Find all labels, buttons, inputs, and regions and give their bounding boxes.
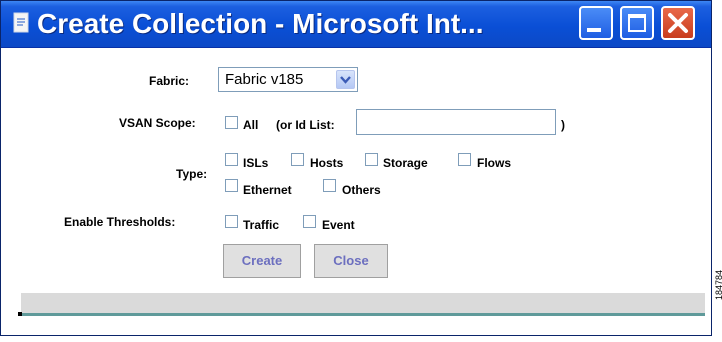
thresholds-label: Enable Thresholds:	[64, 215, 176, 229]
fabric-label: Fabric:	[149, 74, 190, 88]
status-divider	[21, 313, 705, 316]
close-button[interactable]: Close	[314, 244, 388, 278]
close-window-button[interactable]	[661, 6, 695, 40]
maximize-icon	[628, 14, 646, 32]
dialog-window: Create Collection - Microsoft Int... Fab…	[0, 0, 712, 336]
figure-id: 184784	[714, 269, 722, 300]
type-hosts-label: Hosts	[310, 156, 344, 170]
close-icon	[668, 13, 688, 33]
vsan-idlist-label: (or Id List:	[276, 118, 335, 132]
status-bar	[21, 293, 705, 313]
type-hosts-checkbox[interactable]	[291, 153, 304, 166]
type-storage-label: Storage	[383, 156, 428, 170]
chevron-down-icon[interactable]	[336, 70, 355, 89]
type-label: Type:	[176, 167, 208, 181]
vsan-all-label: All	[243, 118, 259, 132]
type-flows-label: Flows	[477, 156, 512, 170]
ie-page-icon	[13, 12, 29, 33]
type-ethernet-checkbox[interactable]	[225, 179, 238, 192]
vsan-close-paren: )	[561, 118, 565, 132]
window-title: Create Collection - Microsoft Int...	[37, 8, 484, 39]
minimize-button[interactable]	[579, 6, 613, 40]
threshold-traffic-checkbox[interactable]	[225, 215, 238, 228]
type-others-label: Others	[342, 183, 381, 197]
create-button[interactable]: Create	[223, 244, 301, 278]
type-others-checkbox[interactable]	[323, 179, 336, 192]
threshold-event-label: Event	[322, 218, 355, 232]
type-storage-checkbox[interactable]	[365, 153, 378, 166]
type-flows-checkbox[interactable]	[458, 153, 471, 166]
vsan-all-checkbox[interactable]	[225, 116, 238, 129]
vsan-scope-label: VSAN Scope:	[119, 116, 196, 130]
status-marker	[18, 312, 22, 316]
threshold-traffic-label: Traffic	[243, 218, 280, 232]
type-isls-checkbox[interactable]	[225, 153, 238, 166]
fabric-select[interactable]: Fabric v185	[218, 67, 358, 92]
type-ethernet-label: Ethernet	[243, 183, 292, 197]
fabric-selected-value: Fabric v185	[225, 71, 304, 88]
vsan-idlist-input[interactable]	[356, 109, 556, 135]
maximize-button[interactable]	[620, 6, 654, 40]
title-bar[interactable]: Create Collection - Microsoft Int...	[1, 1, 711, 48]
minimize-icon	[587, 28, 601, 32]
type-isls-label: ISLs	[243, 156, 269, 170]
threshold-event-checkbox[interactable]	[303, 215, 316, 228]
